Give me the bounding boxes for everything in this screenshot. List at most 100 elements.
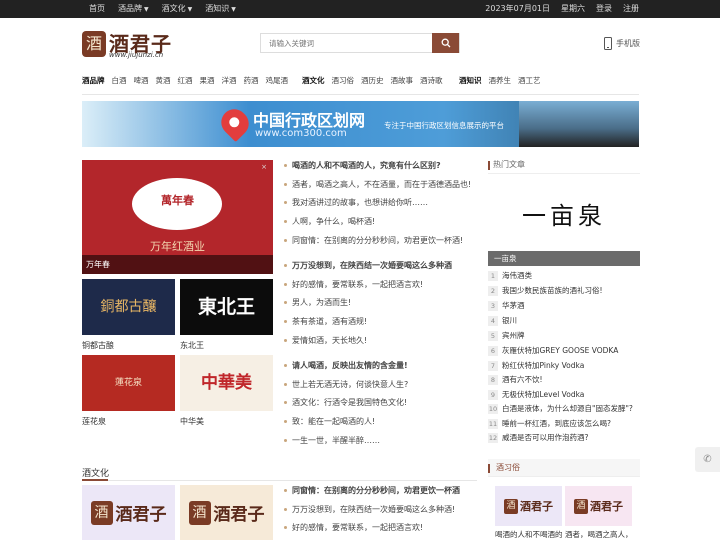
nav-item[interactable]: 酒故事 xyxy=(391,75,414,86)
article-head[interactable]: 请人喝酒，反映出友情的含金量! xyxy=(284,360,408,371)
article-text: 世上若无酒无诗，何谈快意人生? xyxy=(292,380,409,389)
hot-item[interactable]: 11 睡前一杯红酒，到底应该怎么喝? xyxy=(488,418,640,429)
nav-item[interactable]: 黄酒 xyxy=(156,75,171,86)
brand-tile-caption[interactable]: 莲花泉 xyxy=(82,416,106,427)
rank-badge: 5 xyxy=(488,331,498,341)
nav-group-title[interactable]: 酒知识 xyxy=(459,75,482,86)
close-icon[interactable]: × xyxy=(261,163,267,171)
logo-name: 酒君子 xyxy=(590,500,623,513)
sidebar-feature-caption[interactable]: 一亩泉 xyxy=(488,251,640,266)
article-item[interactable]: 好的感情，要常联系，一起把酒言欢! xyxy=(284,279,423,290)
nav-culture[interactable]: 酒文化 ▼ xyxy=(162,0,193,19)
search-input[interactable] xyxy=(261,34,433,52)
bullet-icon xyxy=(284,339,287,342)
article-item[interactable]: 一生一世，半醒半醉…… xyxy=(284,435,380,446)
article-item[interactable]: 同窗情：在别离的分分秒秒间，劝君更饮一杯酒! xyxy=(284,235,463,246)
sidebar-feature-image[interactable]: 一亩泉 xyxy=(488,181,640,251)
phone-float-button[interactable]: ✆ xyxy=(695,447,720,472)
nav-knowledge[interactable]: 酒知识 ▼ xyxy=(205,0,236,19)
article-item[interactable]: 茶有茶道，酒有酒规! xyxy=(284,316,367,327)
bullet-icon xyxy=(284,164,287,167)
hot-item[interactable]: 8 酒有六不饮! xyxy=(488,374,640,385)
feature-main-tile[interactable]: 萬年春 万年红酒业 × 万年春 xyxy=(82,160,273,274)
hot-item[interactable]: 5 宾州牌 xyxy=(488,330,640,341)
site-logo[interactable]: 酒 酒君子 www.jiujunzi.cn xyxy=(82,30,172,60)
article-head-text: 万万没想到，在陕西结一次婚要喝这么多种酒 xyxy=(292,261,452,270)
bullet-icon xyxy=(284,320,287,323)
hot-item[interactable]: 3 华茅酒 xyxy=(488,300,640,311)
logo-seal: 酒 xyxy=(90,500,113,525)
logo-seal: 酒 xyxy=(504,498,518,514)
article-head[interactable]: 同窗情：在别离的分分秒秒间，劝君更饮一杯酒 xyxy=(284,485,460,496)
rank-badge: 8 xyxy=(488,375,498,385)
article-item[interactable]: 爱情如酒，天长地久! xyxy=(284,335,367,346)
hot-item[interactable]: 7 粉红伏特加Pinky Vodka xyxy=(488,360,640,371)
article-thumb[interactable]: 酒酒君子 xyxy=(82,485,175,540)
logo-seal: 酒 xyxy=(574,498,588,514)
brand-art: 中華美 xyxy=(201,373,252,393)
hot-item[interactable]: 9 无极伏特加Level Vodka xyxy=(488,389,640,400)
nav-item[interactable]: 洋酒 xyxy=(222,75,237,86)
mobile-version-link[interactable]: 手机版 xyxy=(604,37,640,50)
nav-home[interactable]: 首页 xyxy=(89,0,105,19)
hot-item[interactable]: 2 我国少数民族苗族的酒礼习俗! xyxy=(488,285,640,296)
hot-item[interactable]: 10 白酒是液体，为什么却源自"固态发酵"? xyxy=(488,403,640,414)
article-item[interactable]: 万万没想到，在陕西结一次婚要喝这么多种酒! xyxy=(284,504,455,515)
article-item[interactable]: 致：能在一起喝酒的人! xyxy=(284,416,375,427)
brand-tile-caption[interactable]: 东北王 xyxy=(180,340,204,351)
brand-tile-caption[interactable]: 中华美 xyxy=(180,416,204,427)
bullet-icon xyxy=(284,264,287,267)
nav-item[interactable]: 酒习俗 xyxy=(332,75,355,86)
article-text: 万万没想到，在陕西结一次婚要喝这么多种酒! xyxy=(292,505,456,514)
article-text: 同窗情：在别离的分分秒秒间，劝君更饮一杯酒! xyxy=(292,236,464,245)
article-head-text: 同窗情：在别离的分分秒秒间，劝君更饮一杯酒 xyxy=(292,486,460,495)
nav-item[interactable]: 果酒 xyxy=(200,75,215,86)
article-item[interactable]: 世上若无酒无诗，何谈快意人生? xyxy=(284,379,408,390)
sidebar-thumb-caption[interactable]: 酒者，喝酒之高人，不 xyxy=(565,529,632,540)
brand-tile[interactable]: 中華美 xyxy=(180,355,273,411)
nav-item[interactable]: 酒工艺 xyxy=(518,75,541,86)
article-item[interactable]: 人啊，争什么，喝杯酒! xyxy=(284,216,375,227)
hot-item[interactable]: 12 威酒是否可以用作泡药酒? xyxy=(488,432,640,443)
hot-item[interactable]: 6 灰雁伏特加GREY GOOSE VODKA xyxy=(488,345,640,356)
nav-group-culture: 酒文化 酒习俗 酒历史 酒故事 酒诗歌 xyxy=(302,75,443,86)
brand-art-top: 萬年春 xyxy=(161,194,194,207)
article-item[interactable]: 我对酒讲过的故事，也想讲给你听…… xyxy=(284,197,428,208)
nav-item[interactable]: 鸡尾酒 xyxy=(266,75,289,86)
brand-tile-caption[interactable]: 铜都古酿 xyxy=(82,340,114,351)
nav-item[interactable]: 酒诗歌 xyxy=(420,75,443,86)
register-link[interactable]: 注册 xyxy=(623,0,639,18)
nav-item[interactable]: 药酒 xyxy=(244,75,259,86)
nav-item[interactable]: 酒历史 xyxy=(361,75,384,86)
nav-brand[interactable]: 酒品牌 ▼ xyxy=(118,0,149,19)
ad-banner[interactable]: 中国行政区划网 www.com300.com 专注于中国行政区划信息展示的平台 xyxy=(82,101,639,147)
article-item[interactable]: 男人，为酒而生! xyxy=(284,297,351,308)
sidebar-thumb-caption[interactable]: 喝酒的人和不喝酒的 xyxy=(495,529,562,540)
nav-item[interactable]: 啤酒 xyxy=(134,75,149,86)
article-item[interactable]: 酒文化：行酒令是我国特色文化! xyxy=(284,397,407,408)
login-link[interactable]: 登录 xyxy=(596,0,612,18)
article-thumb[interactable]: 酒酒君子 xyxy=(180,485,273,540)
search-button[interactable] xyxy=(432,33,459,53)
article-item[interactable]: 酒者，喝酒之高人，不在酒量，而在于酒德酒品也! xyxy=(284,179,471,190)
article-head[interactable]: 万万没想到，在陕西结一次婚要喝这么多种酒 xyxy=(284,260,452,271)
sidebar-thumb[interactable]: 酒酒君子 xyxy=(565,486,632,526)
sidebar-thumb[interactable]: 酒酒君子 xyxy=(495,486,562,526)
nav-item[interactable]: 白酒 xyxy=(112,75,127,86)
article-item[interactable]: 好的感情，要常联系，一起把酒言欢! xyxy=(284,522,423,533)
hot-item[interactable]: 1 海伟酒类 xyxy=(488,270,640,281)
bullet-icon xyxy=(284,301,287,304)
hot-item[interactable]: 4 银川 xyxy=(488,315,640,326)
brand-tile[interactable]: 蓮花泉 xyxy=(82,355,175,411)
hot-item-text: 海伟酒类 xyxy=(502,271,532,280)
article-text: 人啊，争什么，喝杯酒! xyxy=(292,217,376,226)
brand-tile[interactable]: 東北王 xyxy=(180,279,273,335)
search-icon xyxy=(441,38,450,48)
nav-group-title[interactable]: 酒文化 xyxy=(302,75,325,86)
article-head[interactable]: 喝酒的人和不喝酒的人，究竟有什么区别? xyxy=(284,160,441,171)
nav-item[interactable]: 酒养生 xyxy=(489,75,512,86)
brand-tile[interactable]: 銅都古釀 xyxy=(82,279,175,335)
nav-item[interactable]: 红酒 xyxy=(178,75,193,86)
rank-badge: 2 xyxy=(488,286,498,296)
nav-group-title[interactable]: 酒品牌 xyxy=(82,75,105,86)
